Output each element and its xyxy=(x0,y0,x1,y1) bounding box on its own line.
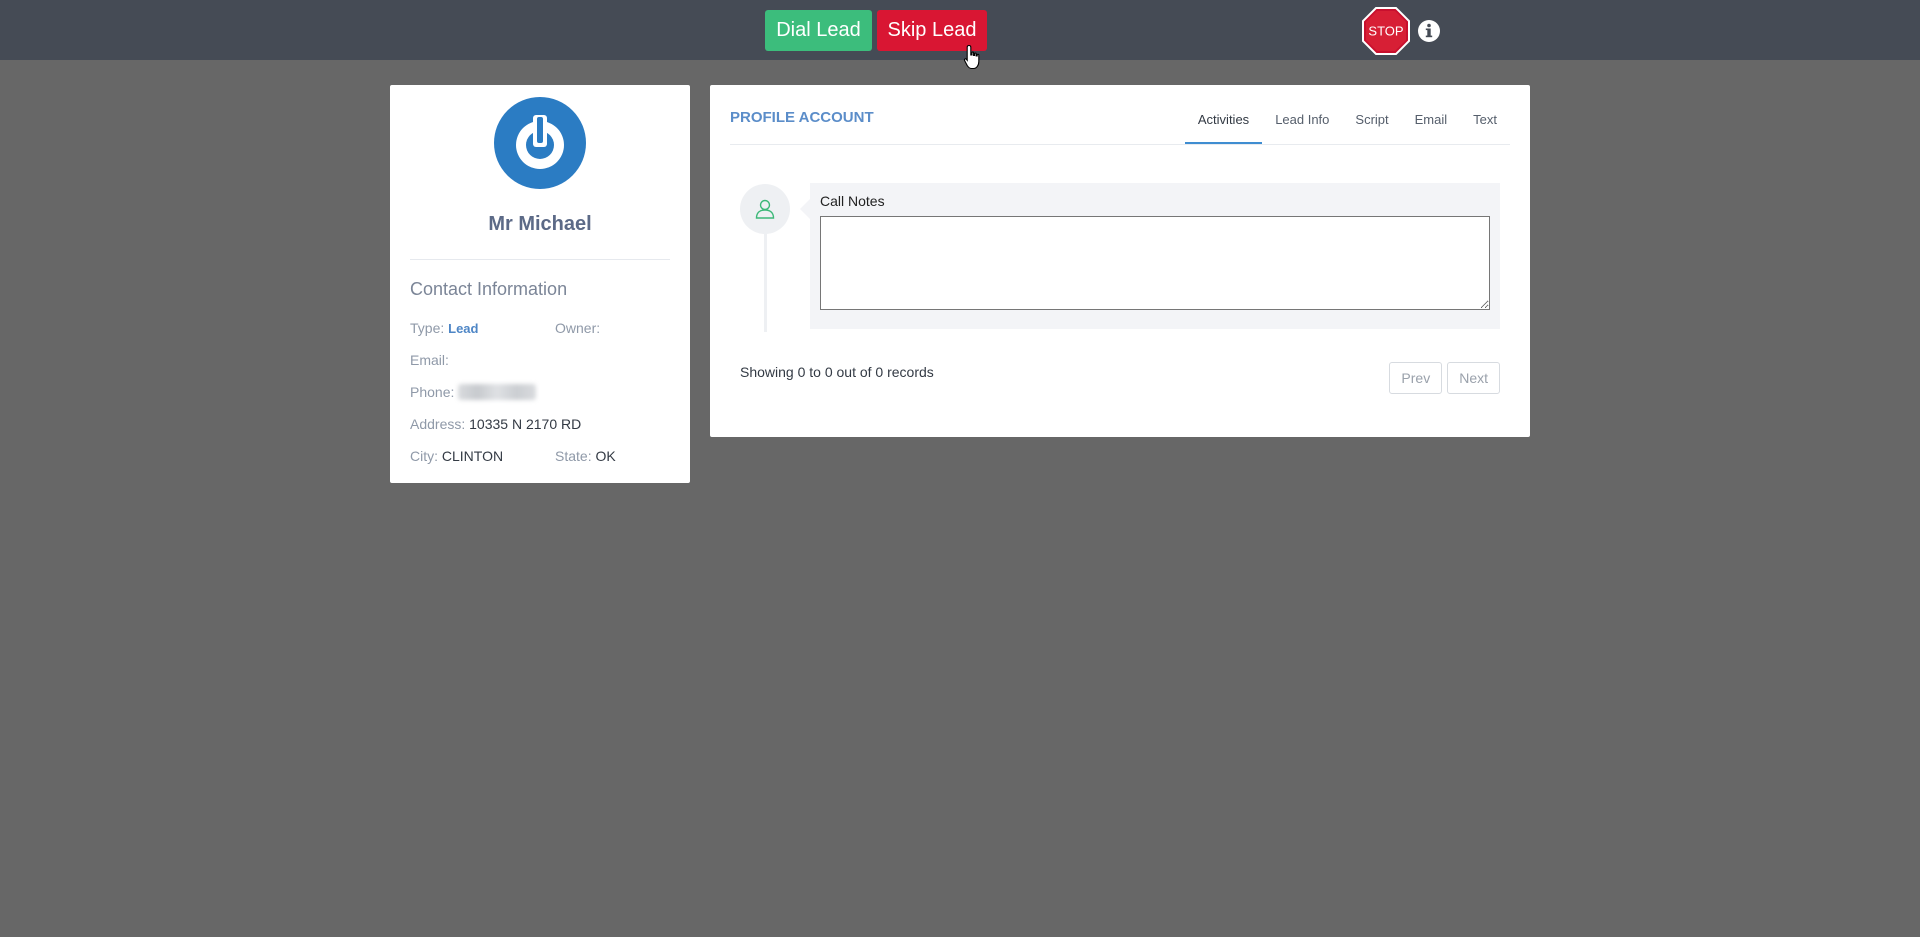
state-field: State: OK xyxy=(555,448,616,464)
contact-information-heading: Contact Information xyxy=(410,279,568,299)
tab-lead-info[interactable]: Lead Info xyxy=(1262,111,1342,145)
owner-label: Owner: xyxy=(555,320,601,336)
divider xyxy=(410,259,670,260)
city-field: City: CLINTON xyxy=(410,448,503,464)
address-field: Address: 10335 N 2170 RD xyxy=(410,416,581,432)
city-value: CLINTON xyxy=(441,448,504,464)
profile-account-title: PROFILE ACCOUNT xyxy=(730,109,874,126)
top-toolbar: Dial Lead Skip Lead STOP xyxy=(0,0,1920,60)
address-value: 10335 N 2170 RD xyxy=(469,416,582,432)
email-field: Email: xyxy=(410,352,449,368)
phone-value-redacted xyxy=(458,384,537,400)
call-notes-label: Call Notes xyxy=(820,193,885,209)
tab-activities[interactable]: Activities xyxy=(1184,111,1263,145)
tab-script[interactable]: Script xyxy=(1342,111,1401,145)
tab-email[interactable]: Email xyxy=(1402,111,1461,145)
phone-field: Phone: xyxy=(410,384,537,400)
dial-lead-button[interactable]: Dial Lead xyxy=(765,10,872,51)
mouse-pointer-icon xyxy=(963,44,980,70)
call-notes-textarea[interactable] xyxy=(820,216,1490,310)
profile-account-card: PROFILE ACCOUNT Activities Lead Info Scr… xyxy=(710,85,1530,437)
stop-icon[interactable]: STOP xyxy=(1362,7,1410,55)
type-value: Lead xyxy=(448,321,479,336)
prev-button[interactable]: Prev xyxy=(1389,362,1443,394)
address-label: Address: xyxy=(410,416,466,432)
contact-name: Mr Michael xyxy=(488,213,592,235)
call-notes-panel: Call Notes xyxy=(810,183,1500,329)
type-field: Type: Lead xyxy=(410,320,478,336)
note-pointer xyxy=(800,199,810,219)
avatar xyxy=(494,97,586,189)
state-value: OK xyxy=(595,448,616,464)
pagination: Prev Next xyxy=(1389,362,1500,394)
tab-text[interactable]: Text xyxy=(1460,111,1510,145)
state-label: State: xyxy=(555,448,592,464)
tabs-divider xyxy=(730,144,1510,145)
owner-field: Owner: xyxy=(555,320,600,336)
city-label: City: xyxy=(410,448,438,464)
stop-label: STOP xyxy=(1368,24,1403,39)
email-label: Email: xyxy=(410,352,449,368)
profile-tabs: Activities Lead Info Script Email Text xyxy=(1184,111,1510,145)
info-icon[interactable] xyxy=(1417,19,1441,43)
records-summary: Showing 0 to 0 out of 0 records xyxy=(740,364,934,380)
timeline-line xyxy=(764,225,767,332)
next-button[interactable]: Next xyxy=(1447,362,1500,394)
phone-label: Phone: xyxy=(410,384,455,400)
type-label: Type: xyxy=(410,320,445,336)
user-icon xyxy=(740,184,790,234)
contact-card: Mr Michael Contact Information Type: Lea… xyxy=(390,85,690,483)
